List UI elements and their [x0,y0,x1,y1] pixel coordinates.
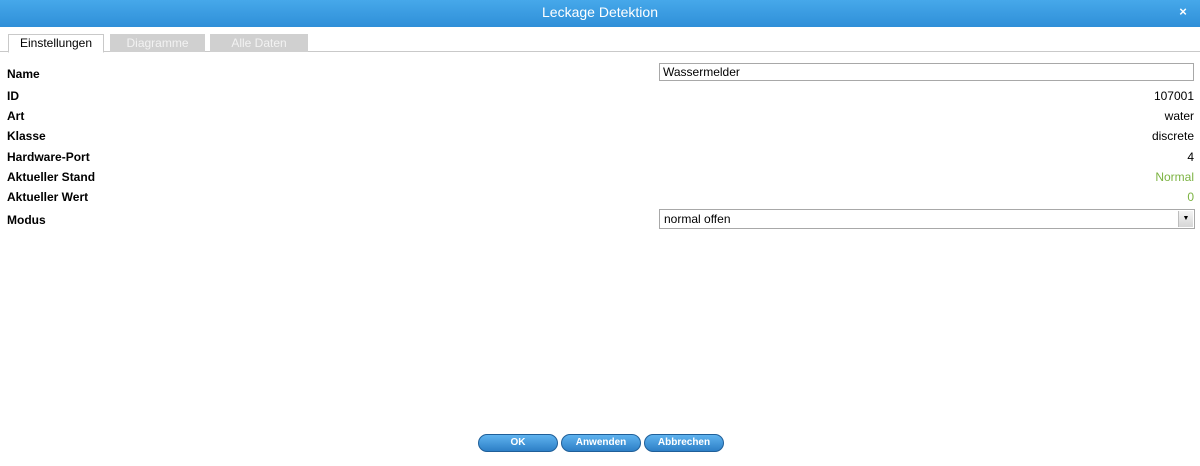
modus-selected-value: normal offen [664,212,731,226]
row-aktueller-stand: Aktueller Stand Normal [0,169,1200,189]
tab-diagramme[interactable]: Diagramme [110,34,205,52]
modus-label: Modus [7,213,46,227]
window-title: Leckage Detektion [542,4,658,20]
row-art: Art water [0,108,1200,128]
row-aktueller-wert: Aktueller Wert 0 [0,189,1200,209]
chevron-down-icon[interactable]: ▼ [1178,211,1193,227]
row-hardware-port: Hardware-Port 4 [0,149,1200,169]
hardware-port-label: Hardware-Port [7,150,90,164]
tab-bar: Einstellungen Diagramme Alle Daten [0,34,1200,53]
name-label: Name [7,67,40,81]
aktueller-wert-label: Aktueller Wert [7,190,89,204]
hardware-port-value: 4 [1187,150,1194,164]
id-value: 107001 [1153,89,1194,103]
aktueller-wert-value: 0 [1187,190,1194,204]
row-id: ID 107001 [0,88,1200,108]
ok-button[interactable]: OK [478,434,558,452]
modus-select[interactable]: normal offen ▼ [659,209,1195,229]
tab-einstellungen[interactable]: Einstellungen [8,34,104,53]
row-modus: Modus normal offen ▼ [0,209,1200,232]
klasse-label: Klasse [7,129,46,143]
window-titlebar: Leckage Detektion × [0,0,1200,27]
close-icon[interactable]: × [1176,5,1190,19]
klasse-value: discrete [1151,129,1194,143]
row-klasse: Klasse discrete [0,128,1200,148]
id-label: ID [7,89,19,103]
aktueller-stand-label: Aktueller Stand [7,170,96,184]
tab-alle-daten[interactable]: Alle Daten [210,34,308,52]
art-label: Art [7,109,25,123]
apply-button[interactable]: Anwenden [561,434,641,452]
button-bar: OK Anwenden Abbrechen [0,434,1200,452]
name-input[interactable] [659,63,1194,81]
aktueller-stand-value: Normal [1155,170,1194,184]
art-value: water [1164,109,1194,123]
cancel-button[interactable]: Abbrechen [644,434,724,452]
row-name: Name [0,63,1200,86]
